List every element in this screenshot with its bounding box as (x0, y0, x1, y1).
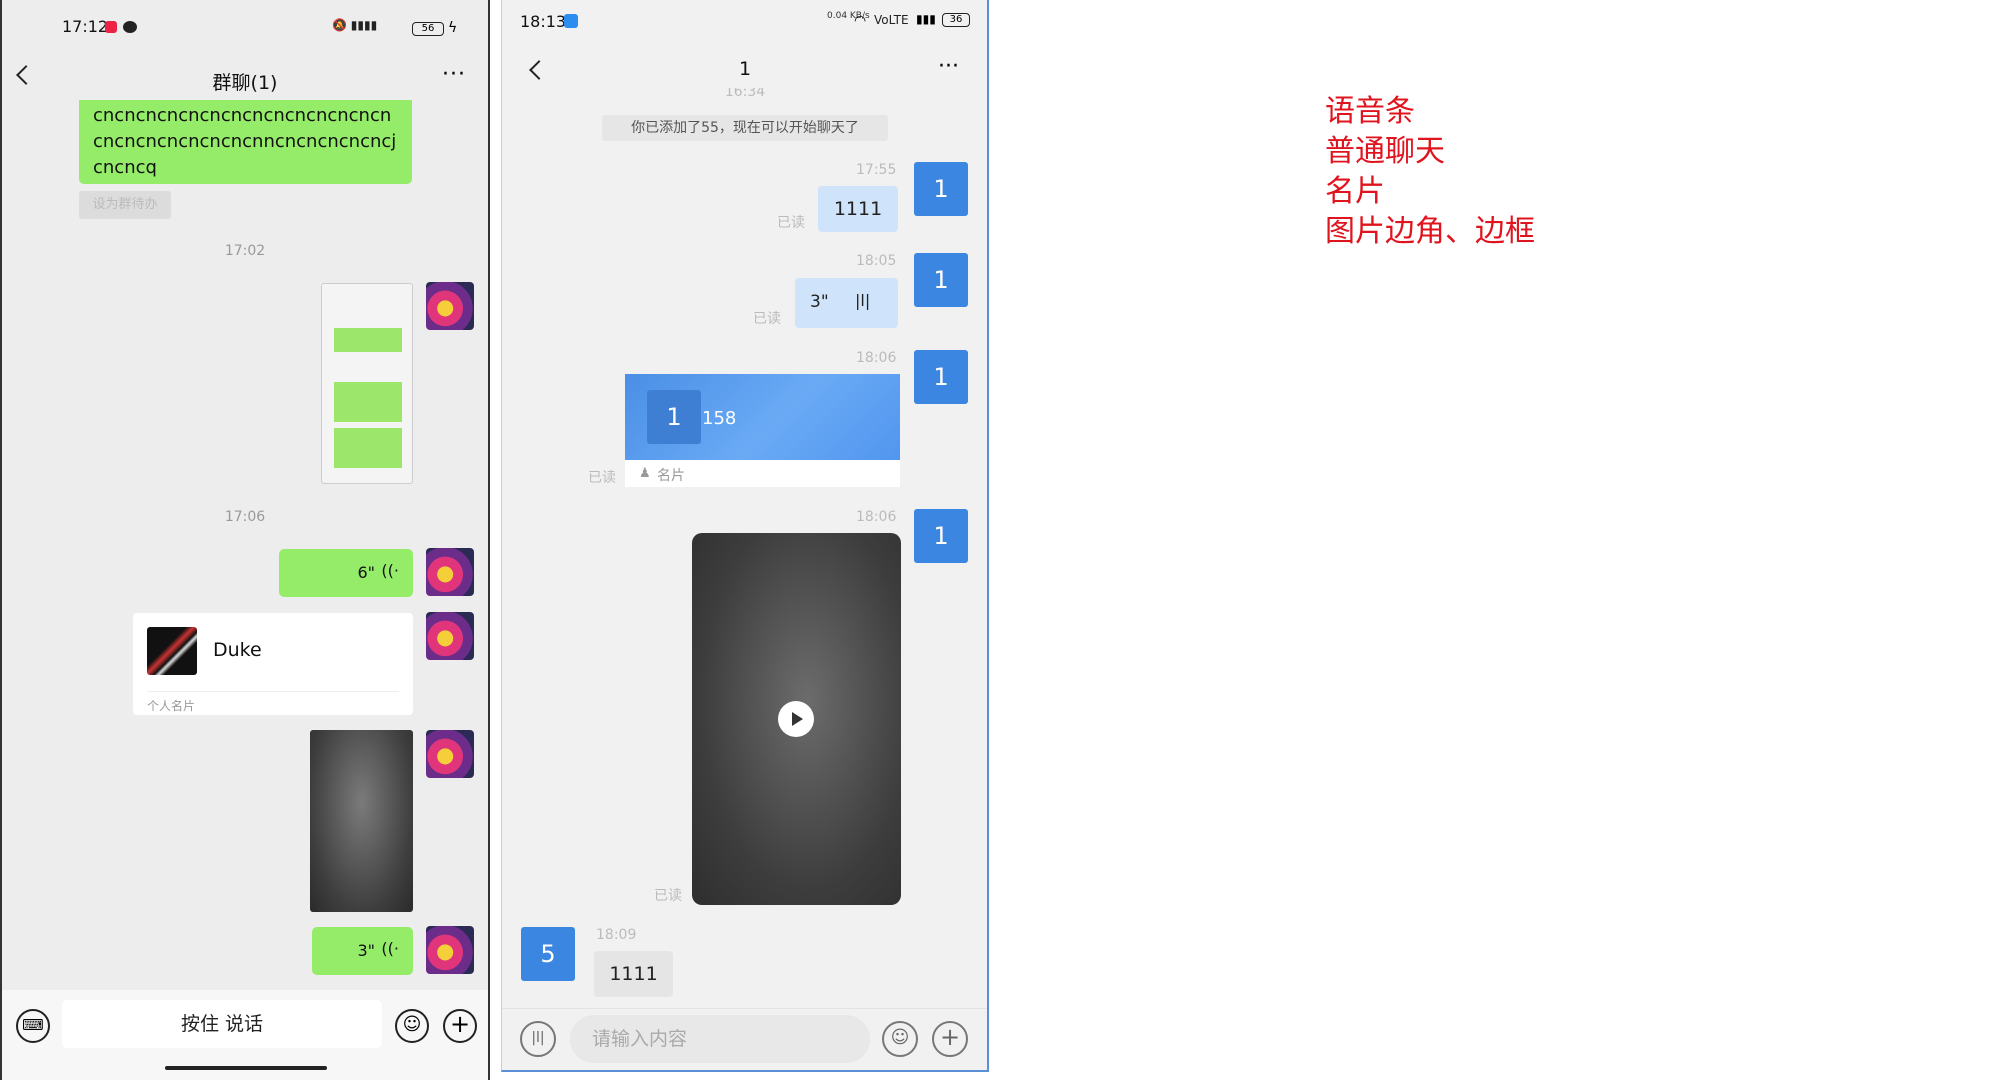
received-message-bubble[interactable]: 1111 (594, 951, 673, 997)
voice-duration: 6" (357, 563, 375, 582)
signal-icon: ▮▮▮ (916, 12, 936, 26)
video-message[interactable] (692, 533, 901, 905)
other-avatar[interactable]: 5 (521, 927, 575, 981)
voice-duration: 3" (357, 941, 375, 960)
read-status: 已读 (753, 311, 781, 327)
contact-card[interactable]: 1 158 ♟ 名片 (625, 374, 900, 487)
app-notification-icon (105, 21, 117, 33)
text-message-bubble[interactable]: 1111 (818, 186, 898, 232)
home-indicator (165, 1066, 327, 1070)
card-label: 个人名片 (147, 699, 196, 713)
app-notification-icon (564, 14, 578, 28)
voice-message-bubble[interactable]: 6" ((· (279, 549, 413, 597)
avatar[interactable] (426, 548, 474, 596)
self-avatar[interactable]: 1 (914, 162, 968, 216)
message-input[interactable]: 请输入内容 (570, 1015, 870, 1063)
card-avatar: 1 (647, 390, 701, 444)
voice-message-bubble[interactable]: 3" |l| (795, 278, 898, 328)
input-bar: |l| 请输入内容 ☺ + (502, 1008, 987, 1070)
read-status: 已读 (588, 470, 616, 486)
read-status: 已读 (654, 888, 682, 904)
battery-level: 36 (949, 14, 963, 25)
keyboard-icon[interactable]: ⌨ (16, 1009, 50, 1043)
text-message-bubble[interactable]: cncncncncncncncncncncncncncncncncncncncn… (79, 100, 412, 184)
card-name: Duke (213, 639, 262, 661)
timestamp: 17:06 (224, 509, 266, 525)
input-bar: ⌨ 按住 说话 ☺ + (2, 990, 488, 1080)
emoji-icon[interactable]: ☺ (882, 1021, 918, 1057)
voice-message-bubble[interactable]: 3" ((· (312, 927, 413, 975)
charging-icon: ϟ (448, 20, 458, 36)
wechat-notification-icon (123, 21, 137, 33)
note-image-border: 图片边角、边框 (1325, 214, 1535, 249)
voice-wave-icon: |l| (855, 291, 871, 310)
card-number: 158 (702, 408, 737, 429)
voice-wave-icon: ((· (381, 939, 399, 958)
battery-icon: 36 (942, 13, 970, 27)
chat-title: 群聊(1) (212, 72, 278, 94)
timestamp: 18:09 (596, 927, 637, 943)
timestamp: 17:55 (856, 162, 897, 178)
self-avatar[interactable]: 1 (914, 350, 968, 404)
set-todo-button[interactable]: 设为群待办 (79, 191, 171, 219)
annotation-notes: 语音条 普通聊天 名片 图片边角、边框 (1325, 92, 1585, 252)
note-chat: 普通聊天 (1325, 134, 1445, 169)
timestamp: 18:06 (856, 350, 897, 366)
avatar[interactable] (426, 282, 474, 330)
system-message: 你已添加了55，现在可以开始聊天了 (602, 115, 888, 141)
self-avatar[interactable]: 1 (914, 253, 968, 307)
timestamp: 18:06 (856, 509, 897, 525)
battery-icon: 56 (412, 22, 444, 36)
hold-to-talk-button[interactable]: 按住 说话 (62, 1000, 382, 1048)
status-time: 17:12 (62, 17, 109, 36)
plus-icon[interactable]: + (443, 1009, 477, 1043)
more-icon[interactable]: ··· (938, 56, 959, 78)
card-label-icon: ♟ (639, 466, 651, 481)
self-avatar[interactable]: 1 (914, 509, 968, 563)
chat-title: 1 (738, 58, 752, 80)
screenshot-image[interactable] (321, 283, 413, 484)
more-icon[interactable]: ··· (442, 64, 466, 86)
contact-card[interactable]: Duke 个人名片 (133, 613, 413, 715)
timestamp: 16:34 (724, 88, 766, 98)
wechat-phone-screen: 17:12 🔕 ▮▮▮▮ 56 ϟ 群聊(1) ··· cncncncncncn… (0, 0, 490, 1080)
emoji-icon[interactable]: ☺ (395, 1009, 429, 1043)
play-icon[interactable] (778, 701, 814, 737)
status-time: 18:13 (520, 12, 567, 31)
custom-chat-phone-screen: 18:13 0.04 KB/s ◠ VoLTE ▮▮▮ 36 1 ··· 16:… (501, 0, 989, 1072)
wifi-icon: ◠ (854, 13, 867, 29)
network-type: VoLTE (874, 13, 909, 27)
voice-input-icon[interactable]: |l| (520, 1021, 556, 1057)
note-voice: 语音条 (1325, 94, 1415, 129)
battery-level: 56 (421, 23, 435, 34)
photo-image[interactable] (310, 730, 413, 912)
avatar[interactable] (426, 730, 474, 778)
timestamp: 18:05 (856, 253, 897, 269)
timestamp: 17:02 (224, 243, 266, 259)
signal-icons: 🔕 ▮▮▮▮ (332, 18, 378, 32)
card-avatar (147, 627, 197, 675)
voice-duration: 3" (810, 292, 829, 312)
voice-wave-icon: ((· (381, 561, 399, 580)
avatar[interactable] (426, 612, 474, 660)
card-label: 名片 (657, 468, 685, 484)
avatar[interactable] (426, 926, 474, 974)
plus-icon[interactable]: + (932, 1021, 968, 1057)
read-status: 已读 (777, 215, 805, 231)
note-card: 名片 (1325, 174, 1385, 209)
